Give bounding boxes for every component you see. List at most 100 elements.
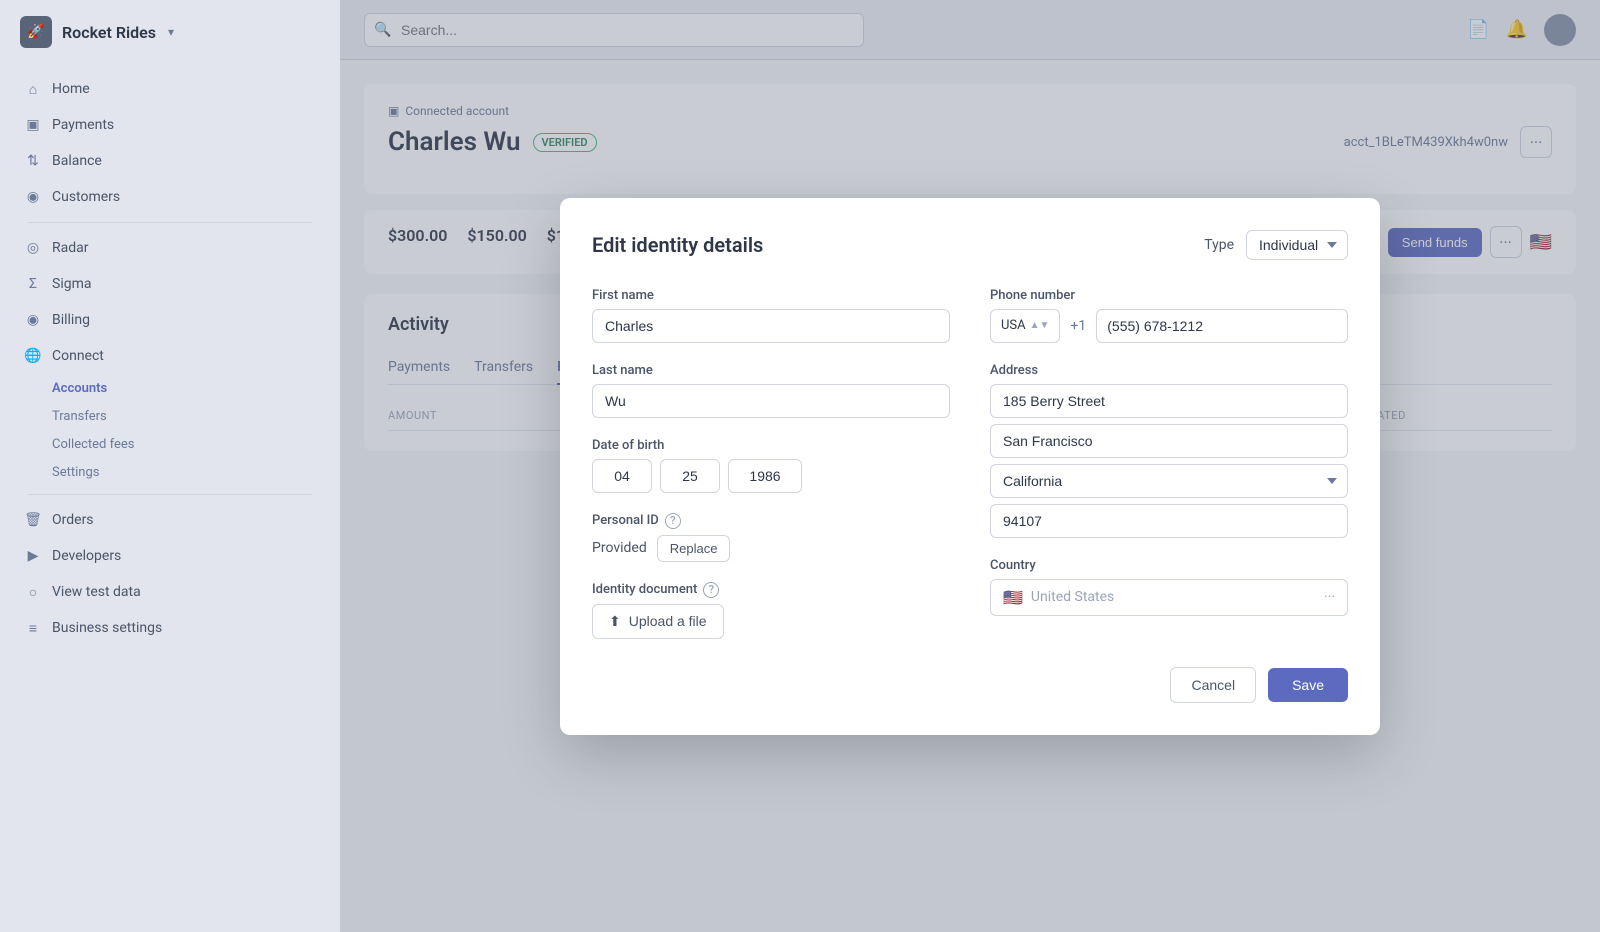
- sidebar-item-collected-fees[interactable]: Collected fees: [12, 431, 328, 458]
- sidebar-item-customers-label: Customers: [52, 189, 120, 205]
- personal-id-row: Provided Replace: [592, 535, 950, 562]
- save-button[interactable]: Save: [1268, 668, 1348, 702]
- sidebar-item-orders-label: Orders: [52, 512, 94, 528]
- form-col-right: Phone number USA ▲▼ +1 Address: [990, 288, 1348, 639]
- sidebar-item-balance[interactable]: ⇅ Balance: [12, 144, 328, 178]
- phone-country-chevron-icon: ▲▼: [1030, 320, 1050, 331]
- address-state-select[interactable]: California: [990, 464, 1348, 498]
- sidebar-navigation: ⌂ Home ▣ Payments ⇅ Balance ◉ Customers …: [0, 64, 340, 655]
- orders-icon: 🗑: [24, 511, 42, 529]
- first-name-label: First name: [592, 288, 950, 303]
- personal-id-help-icon[interactable]: ?: [665, 513, 681, 529]
- sidebar-item-orders[interactable]: 🗑 Orders: [12, 503, 328, 537]
- dob-group: Date of birth: [592, 438, 950, 493]
- identity-doc-help-icon[interactable]: ?: [703, 582, 719, 598]
- address-zip-input[interactable]: [990, 504, 1348, 538]
- sidebar-item-business-settings-label: Business settings: [52, 620, 162, 636]
- toggle-icon: ○: [24, 583, 42, 601]
- sidebar-item-transfers[interactable]: Transfers: [12, 403, 328, 430]
- address-street-input[interactable]: [990, 384, 1348, 418]
- sidebar-chevron-icon[interactable]: ▾: [168, 25, 174, 39]
- address-city-input[interactable]: [990, 424, 1348, 458]
- home-icon: ⌂: [24, 80, 42, 98]
- sidebar-item-billing-label: Billing: [52, 312, 90, 328]
- phone-label: Phone number: [990, 288, 1348, 303]
- customers-icon: ◉: [24, 188, 42, 206]
- sidebar-item-radar-label: Radar: [52, 240, 89, 256]
- sidebar-item-customers[interactable]: ◉ Customers: [12, 180, 328, 214]
- sidebar-item-business-settings[interactable]: ≡ Business settings: [12, 611, 328, 645]
- edit-identity-modal: Edit identity details Type Individual Co…: [560, 198, 1380, 735]
- business-settings-icon: ≡: [24, 619, 42, 637]
- phone-prefix: +1: [1066, 309, 1090, 343]
- sidebar-item-accounts-label: Accounts: [52, 381, 107, 396]
- sidebar-divider: [28, 222, 312, 223]
- connect-icon: 🌐: [24, 347, 42, 365]
- sidebar-item-accounts[interactable]: Accounts: [12, 375, 328, 402]
- personal-id-group: Personal ID ? Provided Replace: [592, 513, 950, 562]
- country-name: United States: [1031, 589, 1316, 605]
- sidebar-item-collected-fees-label: Collected fees: [52, 437, 134, 452]
- sidebar-item-billing[interactable]: ◉ Billing: [12, 303, 328, 337]
- first-name-input[interactable]: [592, 309, 950, 343]
- sidebar-item-settings[interactable]: Settings: [12, 459, 328, 486]
- modal-title: Edit identity details: [592, 233, 763, 257]
- sidebar-item-developers-label: Developers: [52, 548, 121, 564]
- last-name-input[interactable]: [592, 384, 950, 418]
- sidebar-header: 🚀 Rocket Rides ▾: [0, 0, 340, 64]
- phone-country-value: USA: [1001, 318, 1026, 333]
- upload-icon: ⬆: [609, 613, 621, 630]
- dob-day-input[interactable]: [660, 459, 720, 493]
- modal-footer: Cancel Save: [592, 667, 1348, 703]
- sidebar-item-radar[interactable]: ◎ Radar: [12, 231, 328, 265]
- phone-row: USA ▲▼ +1: [990, 309, 1348, 343]
- modal-header: Edit identity details Type Individual Co…: [592, 230, 1348, 260]
- sidebar-item-connect-label: Connect: [52, 348, 104, 364]
- country-label: Country: [990, 558, 1348, 573]
- sidebar-item-developers[interactable]: ▶ Developers: [12, 539, 328, 573]
- payments-icon: ▣: [24, 116, 42, 134]
- sidebar-item-view-test-data[interactable]: ○ View test data: [12, 575, 328, 609]
- country-more-icon[interactable]: ···: [1324, 589, 1335, 605]
- dob-month-input[interactable]: [592, 459, 652, 493]
- sidebar-logo: 🚀: [20, 16, 52, 48]
- billing-icon: ◉: [24, 311, 42, 329]
- dob-year-input[interactable]: [728, 459, 802, 493]
- sidebar-item-payments[interactable]: ▣ Payments: [12, 108, 328, 142]
- dob-inputs: [592, 459, 950, 493]
- last-name-label: Last name: [592, 363, 950, 378]
- personal-id-label: Personal ID ?: [592, 513, 950, 529]
- rocket-icon: 🚀: [27, 24, 44, 40]
- phone-group: Phone number USA ▲▼ +1: [990, 288, 1348, 343]
- sidebar-item-sigma[interactable]: Σ Sigma: [12, 267, 328, 301]
- sidebar-item-home[interactable]: ⌂ Home: [12, 72, 328, 106]
- sidebar-divider-2: [28, 494, 312, 495]
- cancel-button[interactable]: Cancel: [1170, 667, 1256, 703]
- country-selector[interactable]: 🇺🇸 United States ···: [990, 579, 1348, 616]
- address-label: Address: [990, 363, 1348, 378]
- sidebar: 🚀 Rocket Rides ▾ ⌂ Home ▣ Payments ⇅ Bal…: [0, 0, 340, 932]
- sidebar-item-transfers-label: Transfers: [52, 409, 107, 424]
- sidebar-item-home-label: Home: [52, 81, 90, 97]
- main-area: 🔍 📄 🔔 ▣ Connected account Charles Wu VER…: [340, 0, 1600, 932]
- modal-overlay: Edit identity details Type Individual Co…: [340, 0, 1600, 932]
- address-group: Address California: [990, 363, 1348, 538]
- sidebar-item-connect[interactable]: 🌐 Connect: [12, 339, 328, 373]
- identity-doc-label: Identity document ?: [592, 582, 950, 598]
- sidebar-item-payments-label: Payments: [52, 117, 114, 133]
- sidebar-item-view-test-data-label: View test data: [52, 584, 141, 600]
- modal-type-row: Type Individual Company: [1204, 230, 1348, 260]
- upload-file-button[interactable]: ⬆ Upload a file: [592, 604, 724, 639]
- form-col-left: First name Last name Date of birth: [592, 288, 950, 639]
- identity-doc-group: Identity document ? ⬆ Upload a file: [592, 582, 950, 639]
- type-select[interactable]: Individual Company: [1246, 230, 1348, 260]
- sigma-icon: Σ: [24, 275, 42, 293]
- country-flag-icon: 🇺🇸: [1003, 588, 1023, 607]
- last-name-group: Last name: [592, 363, 950, 418]
- phone-country-select[interactable]: USA ▲▼: [990, 309, 1060, 343]
- phone-input[interactable]: [1096, 309, 1348, 343]
- modal-body: First name Last name Date of birth: [592, 288, 1348, 639]
- developers-icon: ▶: [24, 547, 42, 565]
- sidebar-item-settings-label: Settings: [52, 465, 99, 480]
- replace-button[interactable]: Replace: [657, 535, 731, 562]
